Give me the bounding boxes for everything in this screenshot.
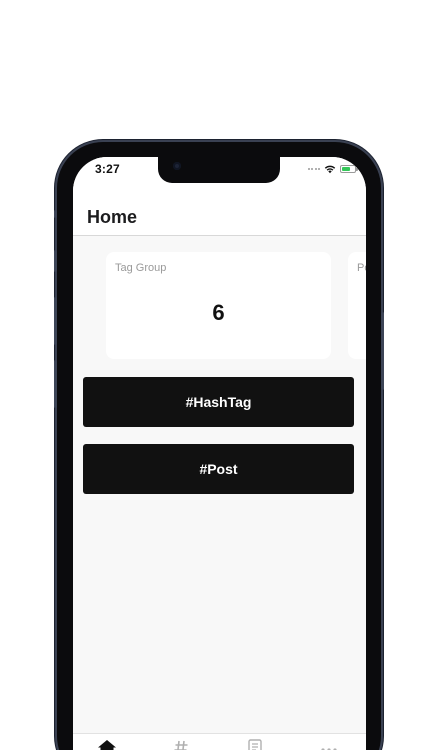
stats-carousel[interactable]: Tag Group 6 Po	[73, 252, 366, 360]
power-button	[381, 312, 384, 390]
mute-switch	[54, 210, 57, 218]
hashtag-icon	[174, 740, 188, 750]
status-icons	[307, 163, 358, 175]
volume-lower-button	[54, 360, 57, 408]
tab-hashtag[interactable]	[166, 739, 196, 750]
wifi-icon	[324, 165, 336, 174]
tab-home[interactable]	[92, 739, 122, 750]
battery-icon	[340, 165, 358, 173]
stat-card-posts[interactable]: Po	[348, 252, 366, 359]
post-button[interactable]: #Post	[83, 444, 354, 494]
front-camera	[173, 162, 181, 170]
stat-label: Po	[357, 262, 366, 274]
stat-value: 6	[212, 300, 225, 325]
stat-card-tag-group[interactable]: Tag Group 6	[106, 252, 331, 359]
tab-posts[interactable]	[240, 739, 270, 750]
tab-more[interactable]	[314, 739, 344, 750]
volume-up-button	[54, 250, 57, 272]
status-bar: 3:27	[73, 157, 366, 183]
hashtag-button[interactable]: #HashTag	[83, 377, 354, 427]
notch	[158, 157, 280, 183]
volume-down-button	[54, 297, 57, 345]
home-icon	[98, 740, 116, 750]
status-time: 3:27	[95, 162, 120, 176]
cellular-signal-icon	[307, 168, 320, 170]
stage: 3:27 Home Tag Group 6 P #HashTag #Post	[0, 0, 422, 750]
stat-label: Tag Group	[115, 262, 167, 274]
more-icon	[321, 748, 337, 750]
tab-bar	[73, 733, 366, 750]
app-header: Home	[73, 183, 366, 236]
document-icon	[248, 739, 262, 750]
page-title: Home	[87, 207, 138, 227]
phone-screen: 3:27 Home Tag Group 6 P #HashTag #Post	[73, 157, 366, 750]
